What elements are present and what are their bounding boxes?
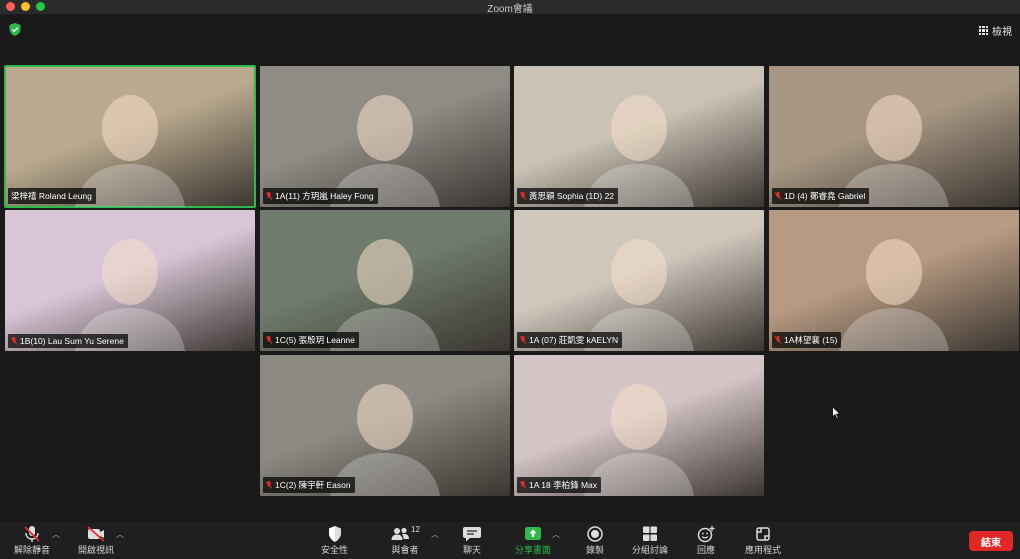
- muted-microphone-icon: [775, 192, 781, 200]
- participants-label: 與會者: [391, 545, 419, 555]
- participant-name-label: 1C(2) 陳宇軒 Eason: [263, 477, 355, 493]
- participant-name: 1C(5) 張殷玥 Leanne: [275, 335, 355, 345]
- participant-name-label: 1D (4) 鄭睿堯 Gabriel: [772, 188, 870, 204]
- grid-view-icon: [979, 26, 988, 35]
- breakout-rooms-button[interactable]: 分組討論: [632, 525, 668, 556]
- participant-video-tile[interactable]: 1A(11) 方玥嵐 Haley Fong: [260, 66, 510, 207]
- participant-name: 1A 18 李柏鋒 Max: [529, 480, 598, 490]
- end-meeting-button[interactable]: 結束: [969, 531, 1013, 551]
- view-label: 檢視: [992, 27, 1012, 38]
- participant-video-feed: [839, 95, 949, 207]
- participant-video-feed: [839, 239, 949, 351]
- minimize-window-button[interactable]: [21, 2, 30, 11]
- apps-label: 應用程式: [745, 545, 782, 555]
- title-bar: Zoom會議: [0, 0, 1020, 15]
- share-screen-label: 分享畫面: [515, 545, 552, 555]
- participant-name-label: 1C(5) 張殷玥 Leanne: [263, 332, 359, 348]
- participant-video-feed: [584, 384, 694, 496]
- participants-caret-icon[interactable]: ︿: [431, 529, 439, 540]
- participant-name-label: 1A(11) 方玥嵐 Haley Fong: [263, 188, 378, 204]
- participant-video-tile[interactable]: 1D (4) 鄭睿堯 Gabriel: [769, 66, 1019, 207]
- muted-microphone-icon: [775, 336, 781, 344]
- mouse-cursor-icon: [832, 406, 841, 420]
- participant-video-tile[interactable]: 1B(10) Lau Sum Yu Serene: [5, 210, 255, 351]
- unmute-label: 解除靜音: [14, 545, 51, 555]
- apps-button[interactable]: 應用程式: [745, 525, 781, 556]
- meeting-toolbar: 解除靜音 ︿ 開啟視訊 ︿ 安全性 12 與會者 ︿ 聊天 分享畫面 ︿ 錄製 …: [0, 522, 1020, 559]
- participant-name: 1B(10) Lau Sum Yu Serene: [20, 336, 124, 346]
- participant-name: 1C(2) 陳宇軒 Eason: [275, 480, 351, 490]
- security-shield-icon[interactable]: [9, 23, 21, 36]
- apps-icon: [756, 527, 770, 541]
- maximize-window-button[interactable]: [36, 2, 45, 11]
- participant-name-label: 1A 18 李柏鋒 Max: [517, 477, 602, 493]
- participant-name-label: 1A林望襄 (15): [772, 332, 842, 348]
- muted-microphone-icon: [266, 481, 272, 489]
- participant-video-feed: [75, 95, 185, 207]
- muted-microphone-icon: [266, 192, 272, 200]
- chat-button[interactable]: 聊天: [462, 525, 482, 556]
- security-label: 安全性: [321, 545, 349, 555]
- participants-button[interactable]: 12 與會者: [390, 525, 420, 556]
- participant-name: 1A林望襄 (15): [784, 335, 838, 345]
- breakout-rooms-label: 分組討論: [632, 545, 669, 555]
- participant-video-tile[interactable]: 1C(2) 陳宇軒 Eason: [260, 355, 510, 496]
- zoom-window: Zoom會議 檢視 梁梓禧 Roland Leung 1A(11) 方玥嵐 Hal…: [0, 0, 1020, 559]
- participant-name-label: 1A (07) 莊凱雯 kAELYN: [517, 332, 623, 348]
- participant-video-tile[interactable]: 1A 18 李柏鋒 Max: [514, 355, 764, 496]
- participants-icon: [391, 527, 409, 540]
- breakout-rooms-icon: [643, 526, 657, 541]
- record-icon: [587, 526, 603, 542]
- start-video-label: 開啟視訊: [78, 545, 115, 555]
- participant-video-feed: [584, 239, 694, 351]
- participant-name: 梁梓禧 Roland Leung: [11, 191, 92, 201]
- record-button[interactable]: 錄製: [585, 525, 605, 556]
- record-label: 錄製: [585, 545, 604, 555]
- muted-microphone-icon: [266, 336, 272, 344]
- reactions-button[interactable]: 回應: [696, 525, 716, 556]
- participants-count: 12: [411, 525, 420, 534]
- participant-name: 黃思穎 Sophia (1D) 22: [529, 191, 615, 201]
- window-controls: [6, 2, 45, 11]
- participant-name: 1A (07) 莊凱雯 kAELYN: [529, 335, 619, 345]
- participant-name: 1D (4) 鄭睿堯 Gabriel: [784, 191, 866, 201]
- participant-name-label: 黃思穎 Sophia (1D) 22: [517, 188, 619, 204]
- start-video-button[interactable]: 開啟視訊: [78, 525, 114, 556]
- chat-bubble-icon: [463, 527, 481, 542]
- participant-video-feed: [75, 239, 185, 351]
- muted-microphone-icon: [11, 337, 17, 345]
- participant-video-feed: [330, 239, 440, 351]
- emoji-reaction-icon: [697, 526, 715, 543]
- participant-video-tile[interactable]: 1C(5) 張殷玥 Leanne: [260, 210, 510, 351]
- muted-microphone-icon: [520, 192, 526, 200]
- share-screen-button[interactable]: 分享畫面: [515, 525, 551, 556]
- muted-microphone-icon: [520, 336, 526, 344]
- participant-video-tile[interactable]: 1A林望襄 (15): [769, 210, 1019, 351]
- participant-name-label: 梁梓禧 Roland Leung: [8, 188, 96, 204]
- audio-options-caret-icon[interactable]: ︿: [52, 529, 60, 540]
- participant-name-label: 1B(10) Lau Sum Yu Serene: [8, 334, 128, 348]
- participant-video-feed: [584, 95, 694, 207]
- reactions-label: 回應: [696, 545, 715, 555]
- share-screen-icon: [525, 527, 541, 540]
- security-button[interactable]: 安全性: [321, 525, 348, 556]
- participant-name: 1A(11) 方玥嵐 Haley Fong: [275, 191, 374, 201]
- video-options-caret-icon[interactable]: ︿: [116, 529, 124, 540]
- view-button[interactable]: 檢視: [979, 23, 1012, 38]
- muted-microphone-icon: [520, 481, 526, 489]
- participant-video-feed: [330, 384, 440, 496]
- chat-label: 聊天: [462, 545, 481, 555]
- participant-video-feed: [330, 95, 440, 207]
- participant-video-tile[interactable]: 梁梓禧 Roland Leung: [4, 65, 256, 208]
- participant-video-tile[interactable]: 1A (07) 莊凱雯 kAELYN: [514, 210, 764, 351]
- shield-icon: [328, 526, 341, 542]
- share-options-caret-icon[interactable]: ︿: [552, 529, 560, 540]
- microphone-muted-icon: [24, 526, 40, 542]
- participant-video-tile[interactable]: 黃思穎 Sophia (1D) 22: [514, 66, 764, 207]
- unmute-button[interactable]: 解除靜音: [14, 525, 50, 556]
- video-camera-off-icon: [87, 526, 105, 542]
- window-title: Zoom會議: [487, 3, 533, 15]
- close-window-button[interactable]: [6, 2, 15, 11]
